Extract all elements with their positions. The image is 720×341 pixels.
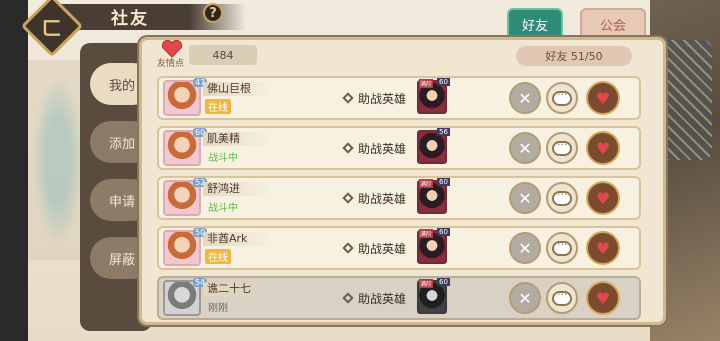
fight-button[interactable]: ✕ <box>509 232 541 264</box>
tab-guild[interactable]: 公会 <box>580 8 646 40</box>
friend-count: 好友 51/50 <box>516 46 632 66</box>
hero-level: 60 <box>437 178 450 186</box>
gift-heart-icon: ♥ <box>595 88 611 108</box>
fight-button[interactable]: ✕ <box>509 182 541 214</box>
friend-row: 60 肌美精 战斗中 助战英雄 56 ✕ ♥ <box>157 126 641 170</box>
fight-button[interactable]: ✕ <box>509 132 541 164</box>
hero-level: 60 <box>437 278 450 286</box>
friend-row: 47 佛山巨根 在线 助战英雄 满阶 60 ✕ ♥ <box>157 76 641 120</box>
status-badge: 在线 <box>205 99 231 114</box>
diamond-icon <box>342 242 354 254</box>
chat-button[interactable] <box>546 182 578 214</box>
background-art-left <box>28 60 88 260</box>
friend-name: 肌美精 <box>203 132 273 146</box>
friend-name: 佛山巨根 <box>203 82 273 96</box>
tab-friends[interactable]: 好友 <box>507 8 563 40</box>
gift-heart-icon: ♥ <box>595 188 611 208</box>
hero-tag: 满阶 <box>419 79 434 88</box>
diamond-icon <box>342 192 354 204</box>
friend-row: 52 舒鸿进 战斗中 助战英雄 满阶 60 ✕ ♥ <box>157 176 641 220</box>
helper-hero-label: 助战英雄 <box>342 237 416 259</box>
swords-icon: ✕ <box>518 238 532 258</box>
chat-bubble-icon <box>552 138 572 156</box>
chat-button[interactable] <box>546 82 578 114</box>
chat-bubble-icon <box>552 188 572 206</box>
friend-name: 非酋Ark <box>203 232 273 246</box>
chat-button[interactable] <box>546 232 578 264</box>
helper-hero-label: 助战英雄 <box>342 287 416 309</box>
friendship-points-label: 友情点 <box>157 59 185 69</box>
help-icon[interactable]: ? <box>203 3 223 23</box>
friend-name: 舒鸿进 <box>203 182 273 196</box>
fight-button[interactable]: ✕ <box>509 282 541 314</box>
hero-tag: 满阶 <box>419 179 434 188</box>
friend-name: 谯二十七 <box>203 282 273 296</box>
send-gift-button[interactable]: ♥ <box>586 281 620 315</box>
status-badge: 在线 <box>205 249 231 264</box>
hero-level: 60 <box>437 78 450 86</box>
diamond-icon <box>342 92 354 104</box>
send-gift-button[interactable]: ♥ <box>586 131 620 165</box>
chat-bubble-icon <box>552 238 572 256</box>
left-edge <box>0 0 28 341</box>
status-badge: 战斗中 <box>208 203 238 214</box>
hero-tag: 满阶 <box>419 279 434 288</box>
chat-bubble-icon <box>552 88 572 106</box>
swords-icon: ✕ <box>518 288 532 308</box>
gift-heart-icon: ♥ <box>595 138 611 158</box>
helper-hero-label: 助战英雄 <box>342 137 416 159</box>
chat-bubble-icon <box>552 288 572 306</box>
friend-row: 50 非酋Ark 在线 助战英雄 满阶 60 ✕ ♥ <box>157 226 641 270</box>
helper-hero-label: 助战英雄 <box>342 187 416 209</box>
hero-level: 60 <box>437 228 450 236</box>
page-title: 社友 <box>111 9 149 29</box>
diamond-icon <box>342 292 354 304</box>
diamond-icon <box>342 142 354 154</box>
swords-icon: ✕ <box>518 88 532 108</box>
friendship-points-value: 484 <box>189 45 257 65</box>
swords-icon: ✕ <box>518 188 532 208</box>
chat-button[interactable] <box>546 282 578 314</box>
status-badge: 战斗中 <box>208 153 238 164</box>
gift-heart-icon: ♥ <box>595 288 611 308</box>
send-gift-button[interactable]: ♥ <box>586 231 620 265</box>
status-badge: 刚刚 <box>208 303 228 314</box>
hero-tag: 满阶 <box>419 229 434 238</box>
hero-level: 56 <box>437 128 450 136</box>
gift-heart-icon: ♥ <box>595 238 611 258</box>
back-icon: ㄈ <box>42 15 62 40</box>
send-gift-button[interactable]: ♥ <box>586 181 620 215</box>
fight-button[interactable]: ✕ <box>509 82 541 114</box>
friend-row: 54 谯二十七 刚刚 助战英雄 满阶 60 ✕ ♥ <box>157 276 641 320</box>
swords-icon: ✕ <box>518 138 532 158</box>
send-gift-button[interactable]: ♥ <box>586 81 620 115</box>
helper-hero-label: 助战英雄 <box>342 87 416 109</box>
chat-button[interactable] <box>546 132 578 164</box>
